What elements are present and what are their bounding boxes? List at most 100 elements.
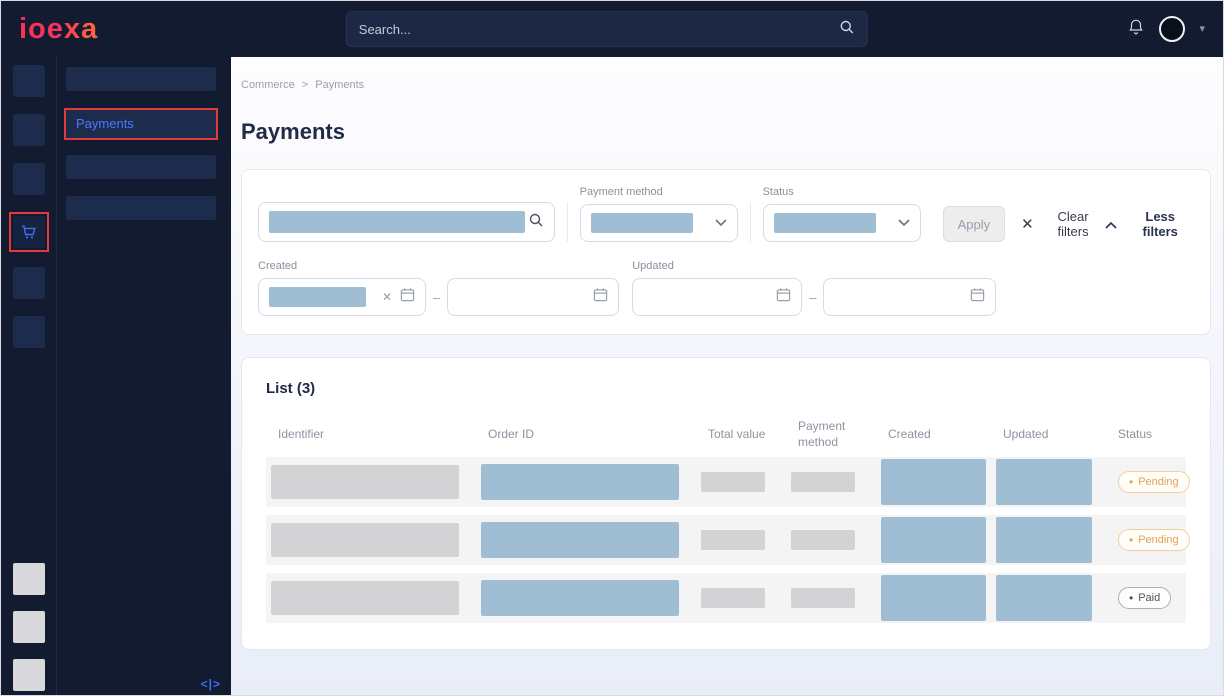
- payments-list-panel: List (3) Identifier Order ID Total value…: [241, 357, 1211, 650]
- redacted-order-id: [481, 580, 679, 616]
- table-header: Identifier Order ID Total value Payment …: [266, 413, 1186, 457]
- cart-icon: [13, 216, 45, 248]
- sidebar-item-redacted[interactable]: [66, 196, 216, 220]
- list-title: List (3): [266, 380, 1186, 397]
- column-header-total-value: Total value: [696, 427, 786, 443]
- created-range-filter: Created ✕ –: [258, 260, 619, 316]
- payment-method-filter: Payment method: [580, 186, 738, 242]
- redacted-created: [881, 575, 986, 621]
- rail-item[interactable]: [13, 114, 45, 146]
- breadcrumb-item-payments[interactable]: Payments: [315, 79, 364, 91]
- redacted-search-value: [269, 211, 525, 233]
- less-filters-button[interactable]: Less filters: [1105, 206, 1194, 242]
- calendar-icon[interactable]: [776, 287, 791, 307]
- redacted-total-value: [701, 588, 765, 608]
- clear-filters-button[interactable]: ✕ Clear filters: [1021, 206, 1105, 242]
- payment-method-select[interactable]: [580, 204, 738, 242]
- clear-date-icon[interactable]: ✕: [382, 290, 392, 304]
- sidebar-item-redacted[interactable]: [66, 67, 216, 91]
- status-badge: Paid: [1118, 587, 1171, 609]
- close-icon: ✕: [1021, 215, 1034, 233]
- calendar-icon[interactable]: [593, 287, 608, 307]
- range-separator: –: [809, 290, 816, 305]
- updated-to-input[interactable]: [823, 278, 996, 316]
- redacted-identifier: [271, 581, 459, 615]
- range-separator: –: [433, 290, 440, 305]
- column-header-status: Status: [1106, 427, 1186, 443]
- global-search[interactable]: [346, 11, 868, 47]
- rail-bottom-item[interactable]: [13, 611, 45, 643]
- breadcrumb-item-commerce[interactable]: Commerce: [241, 79, 295, 91]
- status-select[interactable]: [763, 204, 921, 242]
- column-header-payment-method: Payment method: [786, 419, 876, 450]
- sidebar-item-payments-highlight: Payments: [64, 108, 218, 140]
- sidebar-collapse-icon[interactable]: <|>: [201, 677, 221, 691]
- clear-filters-label: Clear filters: [1041, 209, 1106, 239]
- search-icon: [839, 19, 855, 40]
- status-badge: Pending: [1118, 471, 1190, 493]
- rail-bottom-item[interactable]: [13, 563, 45, 595]
- redacted-payment-method: [791, 588, 855, 608]
- app-window: ioexa ▾: [0, 0, 1224, 696]
- redacted-total-value: [701, 472, 765, 492]
- avatar[interactable]: [1159, 16, 1185, 42]
- table-row[interactable]: Pending: [266, 515, 1186, 565]
- bell-icon[interactable]: [1127, 18, 1145, 41]
- redacted-identifier: [271, 523, 459, 557]
- icon-rail: [1, 57, 56, 696]
- redacted-order-id: [481, 464, 679, 500]
- caret-down-icon[interactable]: ▾: [1199, 24, 1205, 35]
- created-from-input[interactable]: ✕: [258, 278, 426, 316]
- status-badge: Pending: [1118, 529, 1190, 551]
- redacted-total-value: [701, 530, 765, 550]
- filter-search-input[interactable]: [258, 202, 555, 242]
- search-input[interactable]: [359, 22, 839, 37]
- rail-item[interactable]: [13, 316, 45, 348]
- search-icon: [528, 212, 544, 233]
- created-label: Created: [258, 260, 619, 272]
- payment-method-label: Payment method: [580, 186, 738, 198]
- page-title: Payments: [241, 119, 1211, 145]
- less-filters-label: Less filters: [1126, 209, 1194, 239]
- divider: [750, 202, 751, 242]
- rail-item[interactable]: [13, 65, 45, 97]
- rail-item[interactable]: [13, 163, 45, 195]
- sidebar-panel: Payments <|>: [56, 57, 231, 696]
- rail-item-commerce-highlight[interactable]: [9, 212, 49, 252]
- calendar-icon[interactable]: [970, 287, 985, 307]
- redacted-date-value: [269, 287, 366, 307]
- column-header-identifier: Identifier: [266, 427, 476, 443]
- created-to-input[interactable]: [447, 278, 619, 316]
- redacted-order-id: [481, 522, 679, 558]
- apply-button[interactable]: Apply: [943, 206, 1006, 242]
- chevron-down-icon: [715, 214, 727, 232]
- breadcrumb-separator: >: [302, 79, 308, 91]
- redacted-updated: [996, 575, 1092, 621]
- filters-panel: Payment method Status: [241, 169, 1211, 335]
- redacted-updated: [996, 459, 1092, 505]
- redacted-created: [881, 459, 986, 505]
- sidebar-item-redacted[interactable]: [66, 155, 216, 179]
- updated-label: Updated: [632, 260, 996, 272]
- updated-from-input[interactable]: [632, 278, 802, 316]
- topbar: ioexa ▾: [1, 1, 1223, 57]
- redacted-payment-method: [791, 472, 855, 492]
- filters-row-2: Created ✕ –: [258, 260, 1194, 316]
- redacted-identifier: [271, 465, 459, 499]
- redacted-updated: [996, 517, 1092, 563]
- chevron-down-icon: [898, 214, 910, 232]
- filters-row-1: Payment method Status: [258, 186, 1194, 242]
- table-row[interactable]: Pending: [266, 457, 1186, 507]
- rail-bottom-item[interactable]: [13, 659, 45, 691]
- column-header-created: Created: [876, 427, 991, 443]
- table-row[interactable]: Paid: [266, 573, 1186, 623]
- status-label: Status: [763, 186, 921, 198]
- status-filter: Status: [763, 186, 921, 242]
- column-header-order-id: Order ID: [476, 427, 696, 443]
- brand-logo[interactable]: ioexa: [19, 13, 98, 46]
- rail-item[interactable]: [13, 267, 45, 299]
- calendar-icon[interactable]: [400, 287, 415, 307]
- chevron-up-icon: [1105, 217, 1117, 232]
- redacted-select-value: [591, 213, 693, 233]
- sidebar-item-payments[interactable]: Payments: [66, 110, 216, 138]
